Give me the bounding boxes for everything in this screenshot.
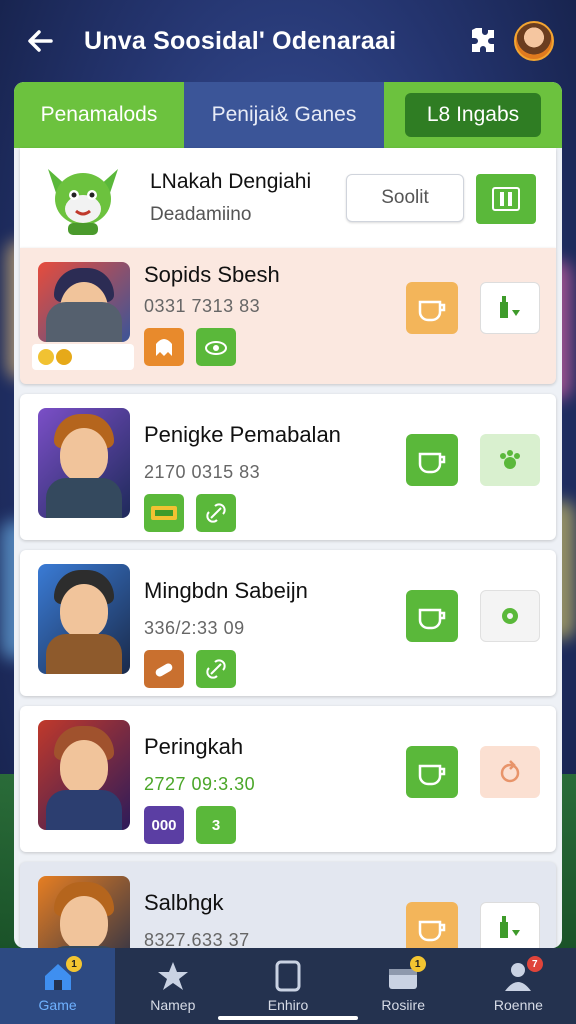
- nav-enhiro[interactable]: Enhiro: [230, 948, 345, 1024]
- join-button[interactable]: [406, 590, 458, 642]
- badge-group: [144, 494, 236, 532]
- nav-label: Roenne: [493, 997, 543, 1013]
- link-badge-icon: [196, 494, 236, 532]
- game-code: 0331 7313 83: [144, 296, 261, 316]
- action-button[interactable]: [480, 902, 540, 948]
- action-button[interactable]: [480, 590, 540, 642]
- cup-icon: [418, 764, 446, 786]
- nav-label: Game: [38, 997, 77, 1013]
- potion-badge-icon: [144, 650, 184, 688]
- menu-grid-button[interactable]: [476, 174, 536, 224]
- game-thumbnail: [38, 564, 130, 674]
- game-code: 8327.633 37: [144, 930, 250, 948]
- nav-badge: 1: [409, 956, 426, 972]
- bottom-nav: 1 Game Namep Enhiro 1 Rosiire 7 Roenne: [0, 948, 576, 1024]
- tab-l8-ingabs-label: L8 Ingabs: [404, 93, 542, 137]
- bars-icon: [492, 187, 520, 211]
- user-avatar[interactable]: [514, 21, 554, 61]
- refresh-icon: [500, 760, 520, 783]
- game-thumbnail: [38, 876, 130, 948]
- ticket-badge-icon: [144, 494, 184, 532]
- score-badge: 000: [144, 806, 184, 844]
- cup-icon: [418, 920, 446, 942]
- join-button[interactable]: [406, 746, 458, 798]
- cup-icon: [418, 300, 446, 322]
- nav-namep[interactable]: Namep: [115, 948, 230, 1024]
- badge-group: 000 3: [144, 806, 236, 844]
- game-list: LNakah Dengiahi Deadamiino Soolit Sopids…: [14, 148, 562, 948]
- tab-penamalods[interactable]: Penamalods: [14, 82, 184, 148]
- gear-icon: [502, 608, 518, 624]
- cup-icon: [418, 608, 446, 630]
- join-button[interactable]: [406, 282, 458, 334]
- search-button[interactable]: Soolit: [346, 174, 464, 222]
- green-cat-mascot: [38, 159, 128, 237]
- game-thumbnail: [38, 262, 130, 342]
- coin-card: [32, 344, 134, 370]
- game-row[interactable]: Sopids Sbesh 0331 7313 83: [20, 248, 556, 384]
- home-indicator: [218, 1016, 358, 1020]
- game-code: 2170 0315 83: [144, 462, 261, 482]
- tab-bar: Penamalods Penijai& Ganes L8 Ingabs: [14, 82, 562, 148]
- nav-rosiire[interactable]: 1 Rosiire: [346, 948, 461, 1024]
- paw-icon: [500, 450, 520, 469]
- drag-icon: [500, 916, 520, 938]
- game-code: 2727 09:3.30: [144, 774, 256, 794]
- game-thumbnail: [38, 720, 130, 830]
- join-button[interactable]: [406, 434, 458, 486]
- action-button[interactable]: [480, 282, 540, 334]
- game-name: Sopids Sbesh: [144, 262, 280, 287]
- ghost-badge-icon: [144, 328, 184, 366]
- eye-badge-icon: [196, 328, 236, 366]
- nav-label: Namep: [150, 997, 196, 1013]
- game-name: Mingbdn Sabeijn: [144, 578, 308, 603]
- nav-game[interactable]: 1 Game: [0, 948, 116, 1024]
- nav-label: Enhiro: [267, 997, 309, 1013]
- puzzle-gear-icon[interactable]: [464, 24, 498, 58]
- join-button[interactable]: [406, 902, 458, 948]
- main-panel: Penamalods Penijai& Ganes L8 Ingabs LNak…: [14, 82, 562, 948]
- cup-icon: [418, 452, 446, 474]
- card-icon: [271, 959, 305, 993]
- featured-subtitle: Deadamiino: [150, 204, 252, 225]
- nav-badge: 7: [526, 956, 543, 972]
- game-name: Salbhgk: [144, 890, 224, 915]
- drag-icon: [500, 296, 520, 318]
- game-code: 336/2:33 09: [144, 618, 245, 638]
- nav-badge: 1: [66, 956, 82, 972]
- top-header: Unva Soosidal' Odenaraai: [0, 0, 576, 82]
- featured-name: LNakah Dengiahi: [150, 170, 312, 193]
- arrow-left-icon: [28, 30, 53, 52]
- nav-label: Rosiire: [381, 997, 425, 1013]
- link-badge-icon: [196, 650, 236, 688]
- back-button[interactable]: [22, 23, 58, 59]
- tab-penijai-ganes[interactable]: Penijai& Ganes: [184, 82, 384, 148]
- star-icon: [156, 959, 190, 993]
- level-badge: 3: [196, 806, 236, 844]
- tab-l8-ingabs[interactable]: L8 Ingabs: [384, 82, 562, 148]
- coins-icon: [38, 349, 72, 365]
- action-button[interactable]: [480, 434, 540, 486]
- game-row[interactable]: Peringkah 2727 09:3.30 000 3: [20, 706, 556, 852]
- game-name: Peringkah: [144, 734, 244, 759]
- game-row[interactable]: Mingbdn Sabeijn 336/2:33 09: [20, 550, 556, 696]
- badge-group: [144, 328, 236, 366]
- game-row[interactable]: Salbhgk 8327.633 37: [20, 862, 556, 948]
- game-thumbnail: [38, 408, 130, 518]
- game-row[interactable]: Penigke Pemabalan 2170 0315 83: [20, 394, 556, 540]
- action-button[interactable]: [480, 746, 540, 798]
- featured-card[interactable]: LNakah Dengiahi Deadamiino Soolit: [20, 148, 556, 248]
- page-title: Unva Soosidal' Odenaraai: [84, 26, 397, 55]
- badge-group: [144, 650, 236, 688]
- nav-roenne[interactable]: 7 Roenne: [461, 948, 576, 1024]
- game-name: Penigke Pemabalan: [144, 422, 341, 447]
